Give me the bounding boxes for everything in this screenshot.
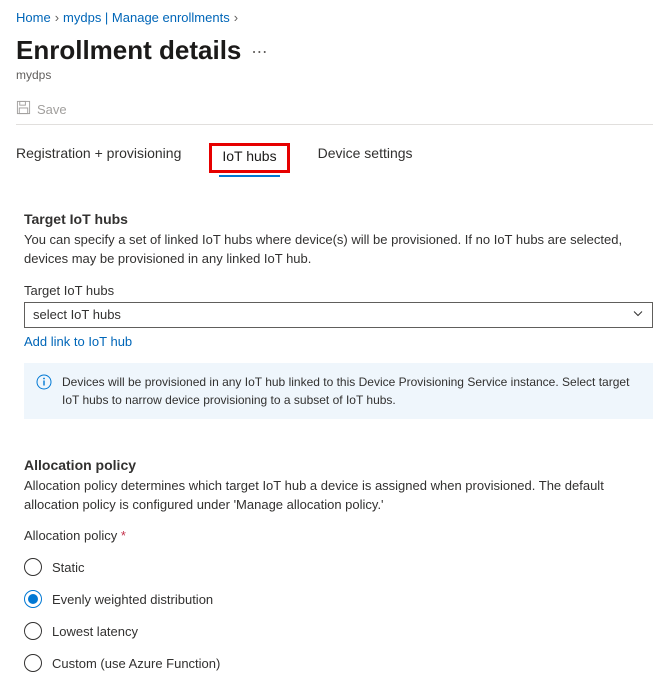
tab-device-settings[interactable]: Device settings <box>318 145 413 177</box>
page-title: Enrollment details <box>16 35 241 66</box>
target-hubs-field-label: Target IoT hubs <box>24 283 653 298</box>
tab-registration[interactable]: Registration + provisioning <box>16 145 181 177</box>
radio-icon <box>24 654 42 672</box>
radio-evenly-weighted[interactable]: Evenly weighted distribution <box>24 583 653 615</box>
radio-label-custom: Custom (use Azure Function) <box>52 656 220 671</box>
breadcrumb: Home › mydps | Manage enrollments › <box>16 8 653 31</box>
target-hubs-heading: Target IoT hubs <box>24 211 653 227</box>
allocation-field-label: Allocation policy * <box>24 528 653 543</box>
radio-icon <box>24 622 42 640</box>
info-text: Devices will be provisioned in any IoT h… <box>62 373 641 409</box>
tab-iot-hubs-highlight: IoT hubs <box>209 143 289 173</box>
target-hubs-select-value: select IoT hubs <box>33 307 121 322</box>
allocation-desc: Allocation policy determines which targe… <box>24 477 653 515</box>
tabs: Registration + provisioning IoT hubs Dev… <box>16 145 653 177</box>
radio-label-lowest: Lowest latency <box>52 624 138 639</box>
allocation-heading: Allocation policy <box>24 457 653 473</box>
page-subtitle: mydps <box>16 68 653 82</box>
target-hubs-select[interactable]: select IoT hubs <box>24 302 653 328</box>
info-box: Devices will be provisioned in any IoT h… <box>24 363 653 419</box>
radio-lowest-latency[interactable]: Lowest latency <box>24 615 653 647</box>
more-icon[interactable]: ⋯ <box>251 36 267 62</box>
radio-static[interactable]: Static <box>24 551 653 583</box>
chevron-right-icon: › <box>55 10 59 25</box>
save-icon <box>16 100 31 118</box>
info-icon <box>36 373 52 409</box>
breadcrumb-home[interactable]: Home <box>16 10 51 25</box>
breadcrumb-path[interactable]: mydps | Manage enrollments <box>63 10 230 25</box>
target-hubs-desc: You can specify a set of linked IoT hubs… <box>24 231 653 269</box>
section-allocation-policy: Allocation policy Allocation policy dete… <box>24 457 653 680</box>
radio-label-static: Static <box>52 560 85 575</box>
divider <box>16 124 653 125</box>
radio-custom[interactable]: Custom (use Azure Function) <box>24 647 653 679</box>
add-link-iot-hub[interactable]: Add link to IoT hub <box>24 334 132 349</box>
chevron-down-icon <box>632 307 644 322</box>
radio-icon <box>24 590 42 608</box>
radio-icon <box>24 558 42 576</box>
save-button[interactable]: Save <box>37 102 67 117</box>
chevron-right-icon: › <box>234 10 238 25</box>
radio-label-even: Evenly weighted distribution <box>52 592 213 607</box>
section-target-iot-hubs: Target IoT hubs You can specify a set of… <box>24 211 653 419</box>
tab-iot-hubs[interactable]: IoT hubs <box>219 145 279 177</box>
allocation-radio-group: Static Evenly weighted distribution Lowe… <box>24 551 653 679</box>
